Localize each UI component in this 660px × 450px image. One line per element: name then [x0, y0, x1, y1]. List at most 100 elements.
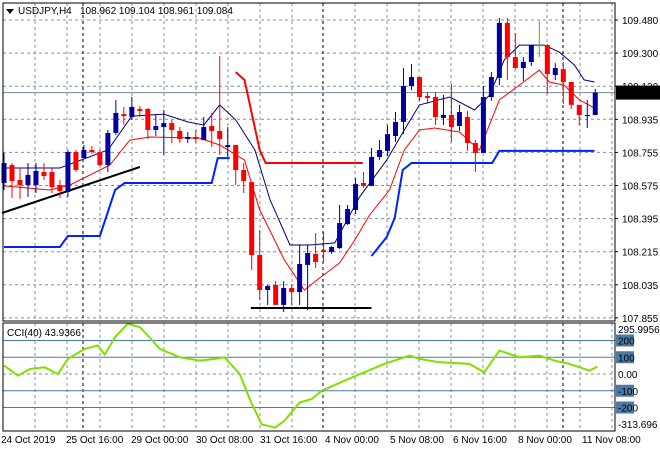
- candle-body: [9, 165, 15, 181]
- candle-body: [97, 152, 103, 166]
- candle-body: [225, 145, 231, 148]
- candle-body: [520, 61, 526, 69]
- cci-level-label: -100: [618, 387, 638, 398]
- candle-body: [89, 149, 95, 152]
- candle-body: [289, 288, 295, 293]
- candle-body: [448, 114, 454, 128]
- current-price-label: 109.084: [620, 89, 657, 100]
- cci-level-label: 0.00: [618, 370, 638, 381]
- candle-body: [49, 171, 55, 188]
- candle-body: [73, 152, 79, 170]
- candle-body: [129, 106, 135, 117]
- candle-body: [297, 264, 303, 293]
- cci-title: CCI(40) 43.9366: [7, 328, 81, 339]
- time-label: 25 Oct 16:00: [66, 435, 124, 446]
- candle-body: [233, 145, 239, 170]
- price-tick-label: 107.855: [622, 314, 659, 325]
- time-label: 24 Oct 2019: [1, 435, 56, 446]
- candle-body: [377, 149, 383, 157]
- candle-body: [217, 130, 223, 139]
- candle-body: [153, 125, 159, 130]
- ohlc-readout: 108.962 109.104 108.961 109.084: [80, 6, 233, 17]
- candle-body: [185, 136, 191, 139]
- candle-body: [488, 77, 494, 97]
- price-tick-label: 108.215: [622, 248, 659, 259]
- candle-body: [353, 184, 359, 210]
- candle-body: [321, 250, 327, 252]
- candle-body: [536, 45, 542, 47]
- candle-body: [480, 97, 486, 153]
- cci-level-label: -200: [618, 404, 638, 415]
- candle-body: [361, 182, 367, 186]
- candle-body: [472, 143, 478, 153]
- candle-body: [65, 152, 71, 192]
- candle-body: [41, 171, 47, 177]
- candle-body: [201, 127, 207, 141]
- candle-body: [552, 68, 558, 75]
- cci-min-label: -313.696: [618, 420, 658, 431]
- price-tick-label: 109.300: [622, 49, 659, 60]
- candle-body: [408, 77, 414, 86]
- symbol-label: USDJPY,H4: [18, 6, 72, 17]
- candle-body: [33, 170, 39, 185]
- candle-body: [169, 123, 175, 130]
- candle-body: [313, 253, 319, 262]
- cci-pane-border: [2, 322, 616, 432]
- candle-body: [193, 136, 199, 139]
- time-label: 4 Nov 00:00: [325, 435, 379, 446]
- candle-body: [25, 174, 31, 185]
- time-label: 30 Oct 08:00: [196, 435, 254, 446]
- candle-body: [528, 45, 534, 62]
- candle-body: [512, 57, 518, 69]
- candle-body: [369, 156, 375, 186]
- cci-line: [3, 322, 598, 429]
- candle-body: [592, 92, 598, 115]
- candle-body: [440, 114, 446, 118]
- candle-body: [560, 69, 566, 82]
- candle-body: [345, 209, 351, 225]
- candle-body: [137, 108, 143, 111]
- candle-body: [177, 130, 183, 139]
- price-tick-label: 108.035: [622, 281, 659, 292]
- candle-body: [113, 112, 119, 133]
- time-label: 8 Nov 00:00: [518, 435, 572, 446]
- time-label: 31 Oct 16:00: [260, 435, 318, 446]
- time-label: 5 Nov 08:00: [390, 435, 444, 446]
- time-label: 29 Oct 00:00: [131, 435, 189, 446]
- candle-body: [432, 97, 438, 117]
- candles: [1, 17, 598, 313]
- candle-body: [209, 125, 215, 131]
- price-chart[interactable]: 200 100 0.00 -100 -200 295.9956 -313.696 109.48…: [0, 0, 660, 450]
- candle-body: [305, 253, 311, 265]
- price-tick-label: 108.935: [622, 115, 659, 126]
- price-tick-label: 108.755: [622, 148, 659, 159]
- candle-body: [121, 114, 127, 117]
- triangle-down-icon[interactable]: [6, 9, 14, 14]
- candle-body: [393, 121, 399, 137]
- candle-body: [424, 95, 430, 98]
- cci-pane: [3, 322, 615, 429]
- price-tick-label: 108.395: [622, 215, 659, 226]
- candle-body: [249, 182, 255, 256]
- time-label: 11 Nov 08:00: [582, 435, 641, 446]
- candle-body: [329, 246, 335, 252]
- candle-body: [584, 114, 590, 117]
- candle-body: [337, 222, 343, 249]
- candle-body: [281, 288, 287, 305]
- cci-max-label: 295.9956: [618, 325, 660, 336]
- candle-body: [265, 286, 271, 291]
- candle-body: [544, 45, 550, 75]
- candle-body: [576, 104, 582, 115]
- candle-body: [17, 180, 23, 185]
- price-tick-label: 108.575: [622, 182, 659, 193]
- candle-body: [496, 22, 502, 78]
- cci-level-label: 100: [618, 353, 635, 364]
- candle-body: [504, 22, 510, 58]
- candle-body: [568, 81, 574, 105]
- candle-body: [105, 132, 111, 166]
- candle-body: [464, 116, 470, 144]
- trendline-support-line: [1, 166, 141, 214]
- candle-body: [81, 149, 87, 159]
- cci-level-label: 200: [618, 337, 635, 348]
- candle-body: [241, 169, 247, 181]
